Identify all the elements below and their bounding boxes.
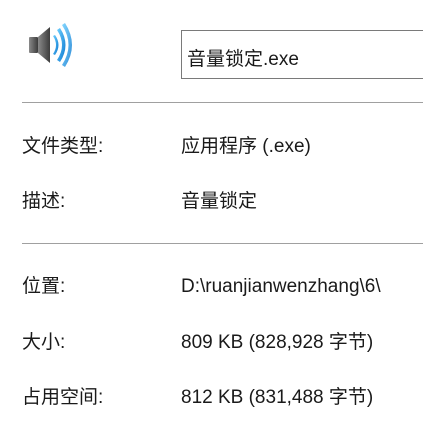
location-value[interactable]: D:\ruanjianwenzhang\6\	[181, 275, 423, 299]
size-on-disk-value: 812 KB (831,488 字节)	[181, 387, 374, 408]
divider	[22, 243, 423, 244]
file-type-label: 文件类型:	[22, 136, 104, 157]
file-type-value: 应用程序 (.exe)	[181, 136, 311, 157]
description-label: 描述:	[22, 191, 66, 212]
size-value: 809 KB (828,928 字节)	[181, 332, 374, 353]
filename-input[interactable]	[181, 30, 423, 79]
divider	[22, 102, 423, 103]
description-value: 音量锁定	[181, 191, 258, 212]
size-on-disk-label: 占用空间:	[22, 387, 104, 408]
size-label: 大小:	[22, 332, 66, 353]
speaker-volume-icon	[29, 23, 72, 67]
location-label: 位置:	[22, 276, 66, 297]
